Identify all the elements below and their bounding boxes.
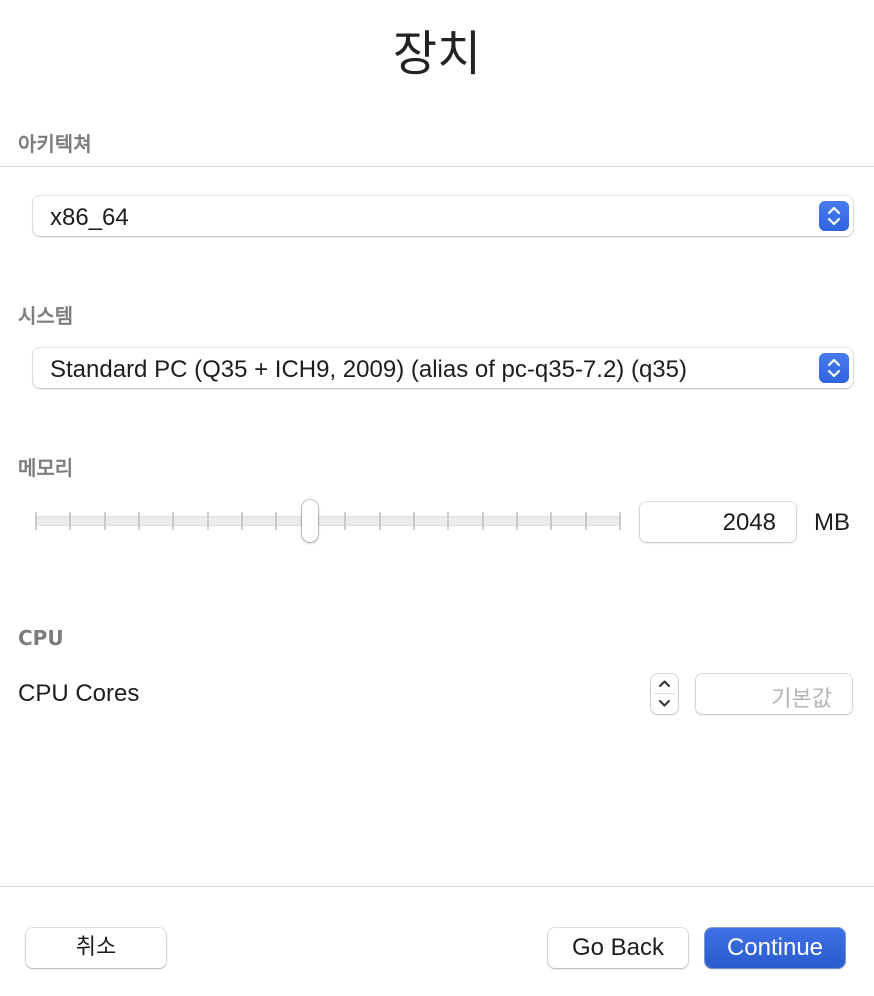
- memory-slider-knob[interactable]: [302, 500, 318, 542]
- slider-tick: [344, 512, 346, 530]
- device-settings-page: 장치 아키텍쳐 x86_64 시스템 Standard PC (Q35 + IC…: [0, 0, 874, 996]
- system-value: Standard PC (Q35 + ICH9, 2009) (alias of…: [50, 356, 687, 383]
- slider-tick: [104, 512, 106, 530]
- cpu-cores-field[interactable]: 기본값: [696, 674, 852, 714]
- popup-chevrons-icon: [819, 201, 849, 231]
- go-back-button[interactable]: Go Back: [548, 928, 688, 968]
- architecture-section-label: 아키텍쳐: [18, 132, 92, 156]
- popup-chevrons-icon: [819, 353, 849, 383]
- memory-value: 2048: [722, 509, 776, 536]
- system-section-label: 시스템: [18, 304, 74, 328]
- cpu-cores-stepper[interactable]: [651, 674, 678, 714]
- slider-tick: [275, 512, 277, 530]
- chevron-up-icon[interactable]: [657, 678, 672, 690]
- memory-unit: MB: [814, 509, 850, 536]
- section-divider: [0, 166, 874, 167]
- slider-tick: [447, 512, 449, 530]
- memory-field[interactable]: 2048: [640, 502, 796, 542]
- slider-tick: [413, 512, 415, 530]
- memory-section-label: 메모리: [18, 456, 74, 480]
- memory-slider-track[interactable]: [35, 516, 621, 526]
- system-popup[interactable]: Standard PC (Q35 + ICH9, 2009) (alias of…: [33, 348, 853, 388]
- cpu-section-label: CPU: [18, 626, 64, 650]
- continue-button[interactable]: Continue: [705, 928, 845, 968]
- slider-tick: [516, 512, 518, 530]
- slider-tick: [619, 512, 621, 530]
- slider-tick: [550, 512, 552, 530]
- slider-tick: [35, 512, 37, 530]
- cpu-cores-label: CPU Cores: [18, 680, 140, 707]
- architecture-popup[interactable]: x86_64: [33, 196, 853, 236]
- slider-tick: [138, 512, 140, 530]
- slider-tick: [69, 512, 71, 530]
- architecture-value: x86_64: [50, 204, 129, 231]
- footer-divider: [0, 886, 874, 887]
- stepper-divider: [654, 693, 675, 694]
- chevron-down-icon[interactable]: [657, 697, 672, 709]
- slider-tick: [172, 512, 174, 530]
- slider-tick: [482, 512, 484, 530]
- slider-tick: [585, 512, 587, 530]
- cancel-button[interactable]: 취소: [26, 928, 166, 968]
- page-title: 장치: [392, 26, 482, 82]
- cpu-cores-placeholder: 기본값: [771, 687, 832, 712]
- slider-tick: [379, 512, 381, 530]
- slider-tick: [241, 512, 243, 530]
- slider-tick: [207, 512, 209, 530]
